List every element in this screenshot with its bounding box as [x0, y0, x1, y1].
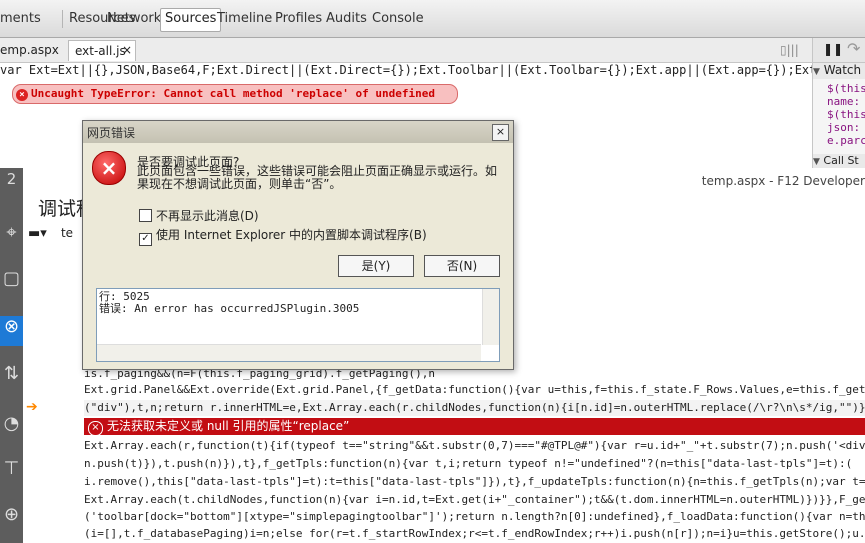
dialog-titlebar[interactable]: 网页错误 × [83, 121, 513, 143]
debugger-icon[interactable]: ⊗ [0, 316, 23, 346]
error-icon: × [92, 151, 126, 185]
current-line-arrow-icon: ➔ [26, 399, 38, 415]
debugger-controls: ❚❚ ↷ [813, 38, 865, 63]
watch-item: json: [827, 121, 861, 134]
network-icon[interactable]: ⇅ [0, 363, 23, 393]
script-error-dialog: 网页错误 × × 是否要调试此页面? 此页面包含一些错误，这些错误可能会阻止页面… [82, 120, 514, 370]
use-builtin-debugger-checkbox[interactable]: ✓ 使用 Internet Explorer 中的内置脚本调试程序(B) [139, 226, 427, 246]
devtools-tabbar: ments Resources Network Sources Timeline… [0, 0, 865, 38]
dont-show-checkbox[interactable]: 不再显示此消息(D) [139, 207, 259, 224]
file-tab-temp[interactable]: emp.aspx [0, 43, 59, 57]
code-line: (i=[],t.f_databasePaging)i=n;else for(r=… [84, 527, 865, 540]
callstack-header[interactable]: ▼ Call St [813, 154, 865, 168]
close-button[interactable]: × [492, 124, 509, 141]
checkbox-box[interactable] [139, 209, 152, 222]
vertical-scrollbar[interactable] [482, 289, 499, 345]
file-selector[interactable]: te [61, 226, 73, 240]
tab-profiles[interactable]: Profiles [275, 11, 322, 26]
memory-icon[interactable]: ⊤ [0, 458, 23, 488]
error-icon: × [16, 89, 28, 101]
yes-button[interactable]: 是(Y) [338, 255, 414, 277]
code-line: Ext.grid.Panel&&Ext.override(Ext.grid.Pa… [84, 383, 865, 396]
folder-icon[interactable]: ▬▾ [28, 226, 47, 241]
checkbox-box[interactable]: ✓ [139, 233, 152, 246]
tab-elements[interactable]: ments [0, 11, 41, 26]
console-icon[interactable]: ▢ [0, 268, 23, 298]
pause-icon[interactable]: ❚❚ [823, 42, 843, 56]
f12-tool-sidebar: 2 ⌖ ▢ ⊗ ⇅ ◔ ⊤ ⊕ [0, 168, 23, 543]
watch-header[interactable]: ▼ Watch [813, 63, 865, 79]
watch-item: name: [827, 95, 861, 108]
step-over-icon[interactable]: ↷ [847, 39, 860, 58]
panel-toggle-icon[interactable]: ▯||| [780, 43, 799, 57]
file-tab-ext-all[interactable]: ext-all.js × [68, 40, 136, 61]
watch-item: $(this [827, 108, 865, 121]
debugger-sidebar: ❚❚ ↷ ▼ Watch $(this name: $(this json: e… [812, 38, 865, 168]
no-button[interactable]: 否(N) [424, 255, 500, 277]
tab-console[interactable]: Console [372, 11, 424, 26]
code-line: ('toolbar[dock="bottom"][xtype="simplepa… [84, 510, 865, 523]
error-bubble: × Uncaught TypeError: Cannot call method … [12, 84, 458, 104]
horizontal-scrollbar[interactable] [97, 344, 481, 361]
tab-separator [62, 10, 63, 28]
file-tab-label: ext-all.js [75, 44, 126, 58]
watch-list: $(this name: $(this json: e.parc [813, 82, 865, 147]
f12-toolbar: ▬▾ te [28, 226, 73, 241]
watch-item: e.parc [827, 134, 865, 147]
tab-sources[interactable]: Sources [160, 8, 222, 32]
f12-window-title: temp.aspx - F12 Developer [701, 174, 865, 188]
performance-icon[interactable]: ◔ [0, 413, 23, 443]
dialog-message: 此页面包含一些错误，这些错误可能会阻止页面正确显示或运行。如果现在不想调试此页面… [137, 164, 498, 191]
error-detail-text: 行: 5025 错误: An error has occurredJSPlugi… [99, 290, 360, 315]
error-detail-box: 行: 5025 错误: An error has occurredJSPlugi… [96, 288, 500, 362]
tab-network[interactable]: Network [107, 11, 161, 26]
close-icon[interactable]: × [122, 43, 132, 57]
error-line-banner: × 无法获取未定义或 null 引用的属性“replace” [84, 418, 865, 436]
code-line: n.push(t)}),t.push(n)}),t},f_getTpls:fun… [84, 457, 853, 470]
code-line: i.remove(),this["data-last-tpls"]=t):t=t… [84, 475, 865, 488]
dom-explorer-icon[interactable]: ⌖ [0, 222, 23, 252]
dialog-title: 网页错误 [87, 126, 136, 140]
tab-timeline[interactable]: Timeline [217, 11, 272, 26]
source-code-line: var Ext=Ext||{},JSON,Base64,F;Ext.Direct… [0, 63, 812, 81]
code-line: Ext.Array.each(t.childNodes,function(n){… [84, 493, 865, 506]
file-tabbar: emp.aspx ext-all.js × [0, 38, 812, 63]
side-number: 2 [6, 170, 17, 188]
emulation-icon[interactable]: ⊕ [0, 504, 23, 534]
error-icon: × [88, 421, 103, 436]
current-code-line: ("div"),t,n;return r.innerHTML=e,Ext.Arr… [84, 400, 865, 416]
tab-audits[interactable]: Audits [326, 11, 367, 26]
code-line: Ext.Array.each(r,function(t){if(typeof t… [84, 439, 865, 452]
watch-item: $(this [827, 82, 865, 95]
